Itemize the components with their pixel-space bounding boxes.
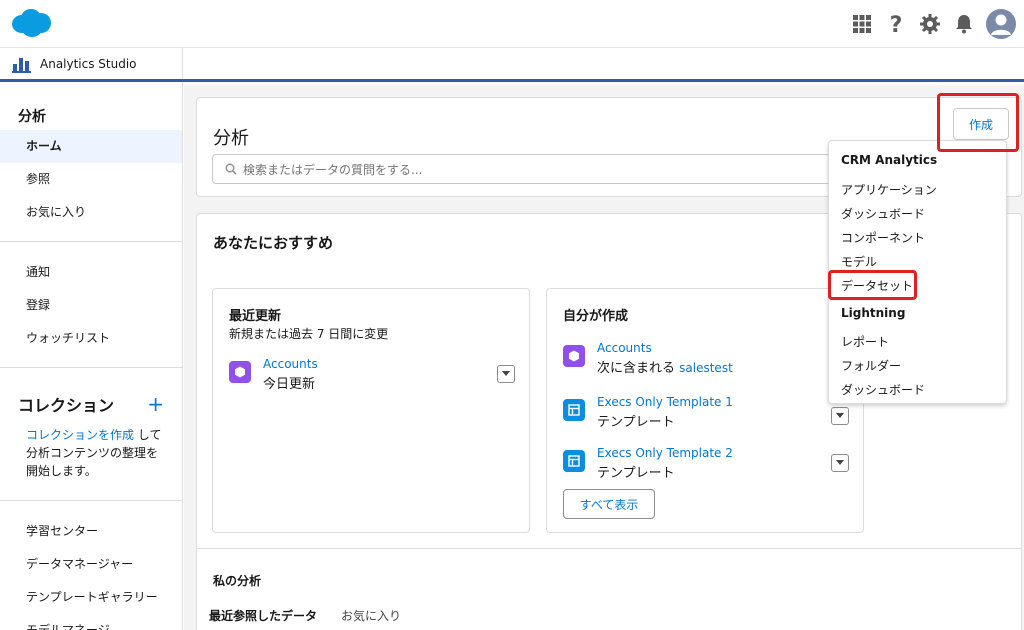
item-subtitle: 今日更新 [263,377,316,392]
app-name: Analytics Studio [40,56,137,71]
sidebar-divider [0,500,182,501]
app-launcher-icon[interactable] [850,12,874,36]
search-placeholder: 検索またはデータの質問をする... [243,162,423,177]
menu-item-model[interactable]: モデル [841,253,877,270]
collections-title: コレクション [18,396,115,415]
app-name-tab[interactable]: Analytics Studio [0,48,183,79]
item-link[interactable]: Execs Only Template 2 [597,446,733,460]
create-button-highlight [937,93,1019,152]
svg-text:?: ? [890,13,903,35]
app-link[interactable]: salestest [679,361,733,375]
sidebar-item-subscriptions[interactable]: 登録 [0,289,182,322]
collections-header: コレクション + [0,382,182,418]
item-link[interactable]: Execs Only Template 1 [597,395,733,409]
my-analytics-title: 私の分析 [213,574,262,588]
sidebar-item-favorites[interactable]: お気に入り [0,196,182,229]
created-by-me-title: 自分が作成 [563,309,629,324]
global-header: ? [0,0,1024,48]
dataset-icon [563,345,585,367]
recently-updated-title: 最近更新 [229,309,282,324]
user-avatar[interactable] [986,9,1016,39]
menu-section-heading: Lightning [841,306,906,320]
menu-item-lightning-dashboard[interactable]: ダッシュボード [841,381,925,398]
menu-section-heading: CRM Analytics [841,153,938,167]
created-by-me-card: 自分が作成 Accounts 次に含まれる salestest Execs On… [546,288,864,533]
menu-item-report[interactable]: レポート [841,333,889,350]
sidebar-item-learning-center[interactable]: 学習センター [0,515,182,548]
recently-updated-desc: 新規または過去 7 日間に変更 [229,327,389,341]
item-link[interactable]: Accounts [597,341,652,355]
item-actions-dropdown[interactable] [831,407,849,425]
sidebar-title: 分析 [18,109,46,125]
sidebar-item-notifications[interactable]: 通知 [0,256,182,289]
list-item: Execs Only Template 1 テンプレート [563,395,849,433]
chevron-down-icon [502,371,510,376]
tab-recently-viewed[interactable]: 最近参照したデータ [197,602,329,630]
notification-bell-icon[interactable] [952,12,976,36]
sidebar-item-model-manager[interactable]: モデルマネージ [0,614,182,630]
sidebar-item-watchlist[interactable]: ウォッチリスト [0,322,182,355]
collections-description: コレクションを作成 して分析コンテンツの整理を開始します。 [0,418,182,488]
chevron-down-icon [836,460,844,465]
recently-updated-card: 最近更新 新規または過去 7 日間に変更 Accounts 今日更新 [212,288,530,533]
recommendations-title: あなたにおすすめ [213,234,334,252]
sidebar-divider [0,241,182,242]
item-subtitle-text: 次に含まれる [597,361,676,376]
menu-item-folder[interactable]: フォルダー [841,357,901,374]
menu-item-component[interactable]: コンポーネント [841,229,925,246]
sidebar-divider [0,367,182,368]
template-icon [563,450,585,472]
section-divider [197,548,1021,549]
search-icon [225,163,237,175]
chevron-down-icon [836,413,844,418]
create-collection-link[interactable]: コレクションを作成 [26,428,134,442]
salesforce-cloud-logo[interactable] [10,8,52,38]
setup-gear-icon[interactable] [918,12,942,36]
item-link[interactable]: Accounts [263,357,318,371]
analytics-bar-chart-icon [12,57,31,73]
app-navigation-bar: Analytics Studio [0,48,1024,82]
dataset-item-highlight [828,270,917,300]
item-actions-dropdown[interactable] [497,365,515,383]
tab-favorites[interactable]: お気に入り [329,602,413,630]
item-subtitle: 次に含まれる salestest [597,357,733,376]
sidebar-item-data-manager[interactable]: データマネージャー [0,548,182,581]
list-item: Accounts 次に含まれる salestest [563,341,849,379]
page-title: 分析 [213,128,249,149]
sidebar-item-home[interactable]: ホーム [0,130,182,163]
menu-item-dashboard[interactable]: ダッシュボード [841,205,925,222]
left-sidebar: 分析 ホーム 参照 お気に入り 通知 登録 ウォッチリスト コレクション + コ… [0,82,183,630]
sidebar-item-template-gallery[interactable]: テンプレートギャラリー [0,581,182,614]
add-collection-button[interactable]: + [147,392,164,416]
my-analytics-tabs: 最近参照したデータ お気に入り [197,602,413,630]
sidebar-item-browse[interactable]: 参照 [0,163,182,196]
template-icon [563,399,585,421]
list-item: Execs Only Template 2 テンプレート [563,446,849,484]
item-subtitle: テンプレート [597,415,675,430]
help-icon[interactable]: ? [884,12,908,36]
item-subtitle: テンプレート [597,466,675,481]
menu-item-application[interactable]: アプリケーション [841,181,937,198]
search-input[interactable]: 検索またはデータの質問をする... [212,154,852,184]
list-item: Accounts 今日更新 [229,357,515,395]
dataset-icon [229,361,251,383]
show-all-button[interactable]: すべて表示 [563,489,655,519]
item-actions-dropdown[interactable] [831,454,849,472]
